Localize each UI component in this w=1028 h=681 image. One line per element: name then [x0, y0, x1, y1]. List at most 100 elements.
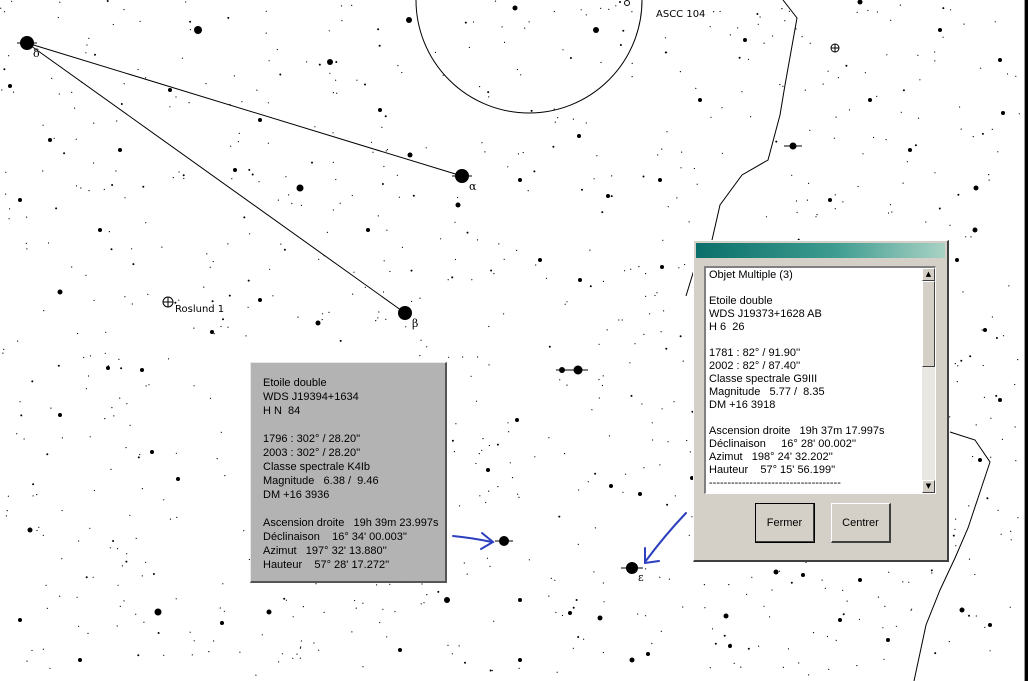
- star-double-bar[interactable]: [784, 142, 802, 150]
- star[interactable]: [176, 477, 180, 481]
- star[interactable]: [568, 611, 572, 615]
- object-details-list[interactable]: Objet Multiple (3) Etoile double WDS J1937…: [704, 266, 936, 494]
- star[interactable]: [698, 98, 702, 102]
- star[interactable]: [801, 573, 805, 577]
- star[interactable]: [154, 608, 162, 616]
- faint-star: [93, 162, 95, 164]
- star[interactable]: [609, 484, 613, 488]
- star[interactable]: [18, 618, 22, 622]
- star[interactable]: [327, 59, 333, 65]
- star-alpha[interactable]: α: [452, 169, 477, 193]
- star[interactable]: [407, 152, 413, 158]
- scrollbar-thumb[interactable]: [922, 281, 935, 367]
- star[interactable]: [455, 202, 461, 208]
- star[interactable]: [743, 38, 747, 42]
- star[interactable]: [629, 657, 635, 663]
- star[interactable]: [150, 450, 154, 454]
- star[interactable]: [140, 368, 144, 372]
- star[interactable]: [606, 194, 610, 198]
- star[interactable]: [398, 648, 402, 652]
- multiple-object-dialog[interactable]: Objet Multiple (3) Etoile double WDS J1937…: [693, 240, 949, 562]
- star[interactable]: [194, 26, 202, 34]
- star[interactable]: [638, 492, 642, 496]
- star[interactable]: [486, 468, 490, 472]
- star[interactable]: [988, 623, 992, 627]
- star[interactable]: [886, 638, 890, 642]
- star[interactable]: [366, 228, 370, 232]
- dialog-titlebar[interactable]: [696, 243, 945, 258]
- star[interactable]: [908, 148, 912, 152]
- star[interactable]: [658, 178, 662, 182]
- star-double-bar[interactable]: [556, 365, 588, 375]
- star[interactable]: [57, 289, 63, 295]
- star[interactable]: [858, 578, 862, 582]
- star[interactable]: [98, 228, 102, 232]
- star-selected-double[interactable]: [495, 536, 513, 546]
- star[interactable]: [518, 178, 522, 182]
- star[interactable]: [78, 658, 82, 662]
- star[interactable]: [220, 621, 224, 625]
- star[interactable]: [938, 28, 942, 32]
- faint-star: [8, 218, 10, 220]
- star[interactable]: [210, 330, 214, 334]
- star[interactable]: [296, 184, 304, 192]
- faint-star: [593, 571, 595, 573]
- star[interactable]: [18, 198, 22, 202]
- star[interactable]: [998, 398, 1002, 402]
- faint-star: [351, 194, 353, 197]
- star[interactable]: [577, 134, 581, 138]
- scroll-up-button[interactable]: ▲: [922, 268, 935, 281]
- star[interactable]: [597, 615, 603, 621]
- star[interactable]: [266, 609, 272, 615]
- close-button[interactable]: Fermer: [755, 503, 815, 543]
- star[interactable]: [838, 618, 842, 622]
- star[interactable]: [972, 227, 978, 233]
- star[interactable]: [406, 17, 412, 23]
- star[interactable]: [959, 607, 965, 613]
- star[interactable]: [515, 418, 519, 422]
- star[interactable]: [773, 569, 779, 575]
- star[interactable]: [48, 138, 52, 142]
- star[interactable]: [646, 652, 650, 656]
- star[interactable]: [660, 265, 664, 269]
- star[interactable]: [728, 644, 732, 648]
- star[interactable]: [444, 597, 450, 603]
- faint-star: [123, 9, 125, 11]
- star[interactable]: [168, 88, 172, 92]
- star[interactable]: [106, 366, 110, 370]
- star[interactable]: [578, 278, 582, 282]
- star-epsilon[interactable]: ε: [621, 562, 644, 584]
- cluster-ascc-104[interactable]: ASCC 104: [624, 0, 706, 21]
- star[interactable]: [1001, 111, 1005, 115]
- star-beta[interactable]: β: [398, 306, 418, 330]
- star[interactable]: [258, 118, 262, 122]
- star[interactable]: [857, 0, 863, 5]
- star[interactable]: [973, 185, 979, 191]
- star[interactable]: [233, 168, 237, 172]
- star[interactable]: [315, 320, 321, 326]
- star[interactable]: [828, 198, 832, 202]
- star[interactable]: [118, 148, 122, 152]
- cluster-roslund-1[interactable]: Roslund 1: [162, 296, 224, 315]
- star[interactable]: [8, 84, 12, 88]
- star[interactable]: [518, 598, 522, 602]
- star[interactable]: [955, 258, 959, 262]
- center-button[interactable]: Centrer: [831, 503, 891, 543]
- star[interactable]: [998, 58, 1002, 62]
- star[interactable]: [868, 98, 872, 102]
- star[interactable]: [58, 413, 62, 417]
- cluster-marker[interactable]: [830, 43, 840, 53]
- star[interactable]: [983, 328, 987, 332]
- star[interactable]: [512, 5, 518, 11]
- star[interactable]: [378, 108, 382, 112]
- star[interactable]: [258, 298, 262, 302]
- star-delta[interactable]: δ: [17, 36, 40, 60]
- scroll-down-button[interactable]: ▼: [922, 480, 935, 493]
- vertical-scrollbar[interactable]: ▲ ▼: [922, 268, 935, 493]
- star[interactable]: [538, 258, 542, 262]
- star[interactable]: [27, 527, 33, 533]
- star[interactable]: [723, 613, 729, 619]
- star[interactable]: [978, 458, 982, 462]
- star[interactable]: [593, 27, 599, 33]
- star[interactable]: [518, 658, 522, 662]
